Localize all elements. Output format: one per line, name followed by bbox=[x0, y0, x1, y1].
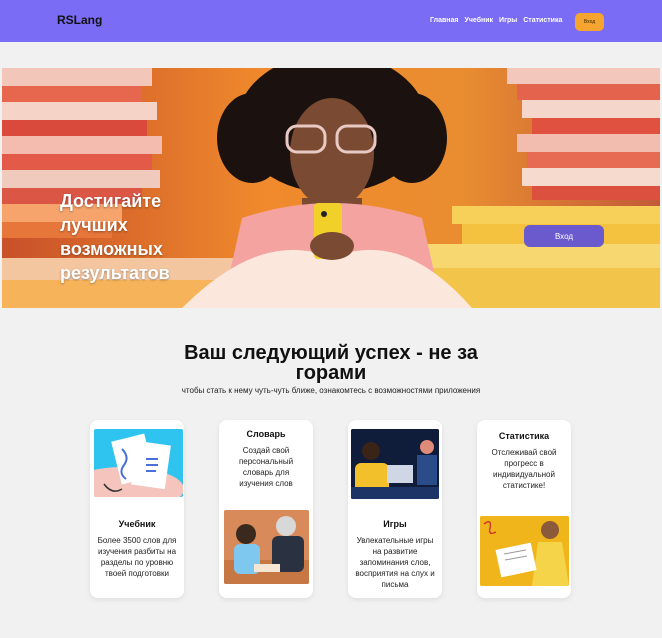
card-textbook-title: Учебник bbox=[118, 519, 156, 529]
dictionary-image bbox=[224, 510, 309, 584]
section-subtitle: чтобы стать к нему чуть-чуть ближе, озна… bbox=[181, 386, 481, 395]
statistics-image bbox=[480, 516, 569, 586]
card-games-title: Игры bbox=[383, 519, 407, 529]
hero-login-button[interactable]: Вход bbox=[524, 225, 604, 247]
games-image bbox=[351, 429, 439, 499]
card-textbook-text: Более 3500 слов для изучения разбиты на … bbox=[97, 536, 177, 578]
main-nav: Главная Учебник Игры Статистика bbox=[430, 17, 562, 24]
card-statistics-title: Статистика bbox=[498, 431, 550, 441]
card-dictionary[interactable]: Словарь Создай свой персональный словарь… bbox=[219, 420, 313, 598]
hero-title: Достигайте лучших возможных результатов bbox=[60, 191, 170, 283]
nav-games[interactable]: Игры bbox=[499, 17, 517, 24]
logo[interactable]: RSLang bbox=[57, 13, 102, 27]
hero-banner: Достигайте лучших возможных результатов … bbox=[2, 68, 660, 308]
card-statistics[interactable]: Статистика Отслеживай свой прогресс в ин… bbox=[477, 420, 571, 598]
card-dictionary-text: Создай свой персональный словарь для изу… bbox=[238, 446, 294, 488]
nav-textbook[interactable]: Учебник bbox=[464, 17, 493, 24]
card-games[interactable]: Игры Увлекательные игры на развитие запо… bbox=[348, 420, 442, 598]
card-games-text: Увлекательные игры на развитие запоминан… bbox=[355, 536, 435, 589]
header-login-button[interactable]: Вход bbox=[575, 13, 604, 31]
section-title: Ваш следующий успех - не за горами bbox=[184, 342, 478, 384]
card-dictionary-title: Словарь bbox=[246, 429, 286, 439]
top-navbar: RSLang Главная Учебник Игры Статистика В… bbox=[0, 0, 662, 42]
nav-statistics[interactable]: Статистика bbox=[523, 17, 562, 24]
card-statistics-text: Отслеживай свой прогресс в индивидуально… bbox=[491, 448, 557, 490]
nav-home[interactable]: Главная bbox=[430, 17, 458, 24]
card-textbook[interactable]: Учебник Более 3500 слов для изучения раз… bbox=[90, 420, 184, 598]
textbook-image bbox=[94, 429, 183, 497]
